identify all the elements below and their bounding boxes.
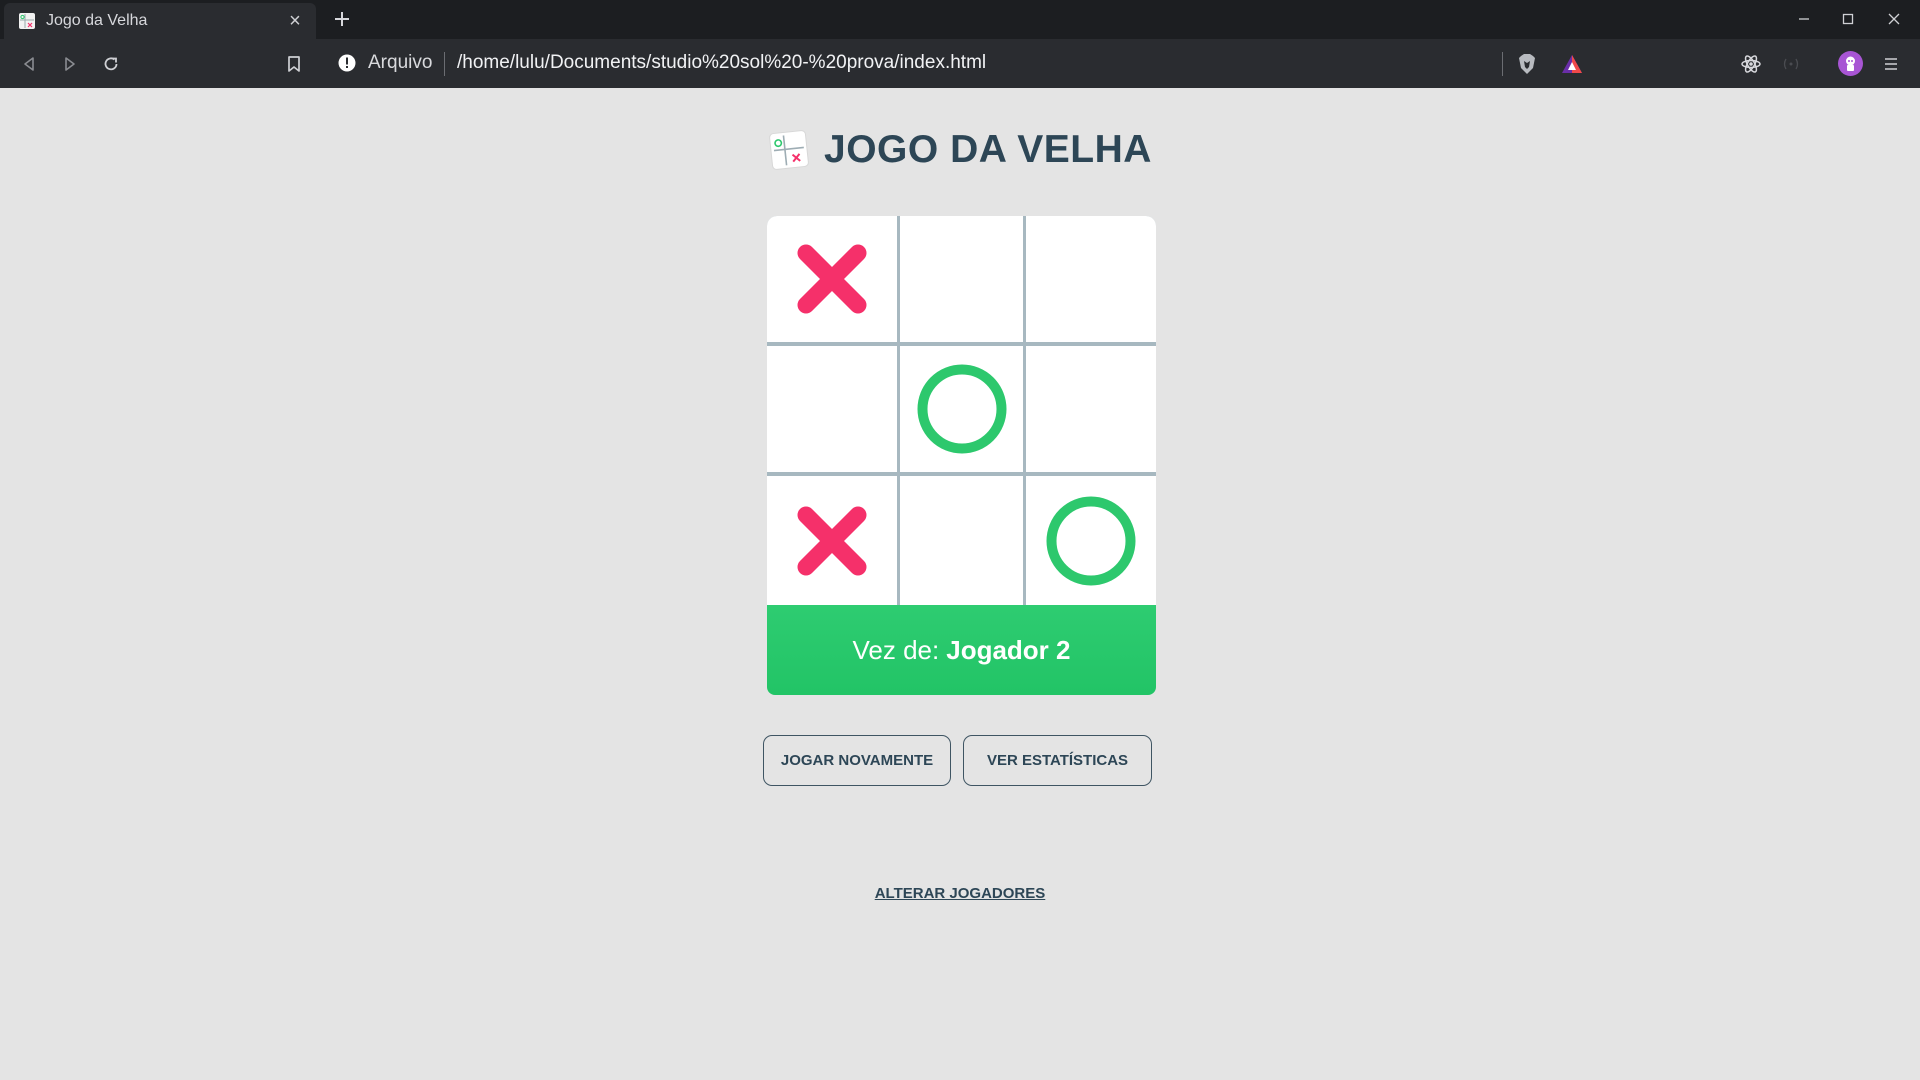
board-cell-3-1[interactable]	[767, 476, 897, 605]
forward-icon	[65, 57, 75, 71]
address-divider	[1502, 52, 1503, 76]
extension-button[interactable]	[1776, 49, 1806, 79]
browser-tab-strip: Jogo da Velha ×	[0, 0, 1920, 39]
board-cell-1-2[interactable]	[900, 216, 1023, 342]
close-icon	[1888, 13, 1900, 25]
board-cell-3-3[interactable]	[1026, 476, 1156, 605]
x-mark-icon	[797, 244, 867, 314]
profile-avatar-icon	[1846, 56, 1855, 71]
back-button[interactable]	[14, 49, 44, 79]
play-again-button[interactable]: JOGAR NOVAMENTE	[763, 735, 951, 786]
brave-rewards-button[interactable]	[1557, 49, 1587, 79]
bookmark-icon	[288, 56, 300, 72]
turn-status-prefix: Vez de:	[852, 634, 940, 665]
tab-close-icon[interactable]: ×	[284, 10, 306, 32]
reload-button[interactable]	[96, 49, 126, 79]
change-players-link[interactable]: ALTERAR JOGADORES	[0, 885, 1920, 902]
maximize-icon	[1842, 13, 1854, 25]
page-header: JOGO DA VELHA	[0, 126, 1920, 174]
board-cell-2-2[interactable]	[900, 346, 1023, 472]
minimize-button[interactable]	[1786, 4, 1822, 34]
tic-tac-toe-logo-icon	[769, 130, 809, 170]
turn-status-bar: Vez de: Jogador 2	[767, 605, 1156, 695]
close-window-button[interactable]	[1876, 4, 1912, 34]
minimize-icon	[1799, 18, 1809, 20]
bookmark-button[interactable]	[279, 49, 309, 79]
forward-button[interactable]	[55, 49, 85, 79]
react-devtools-button[interactable]	[1736, 49, 1766, 79]
board-cell-1-1[interactable]	[767, 216, 897, 342]
game-board	[767, 216, 1156, 605]
x-mark-icon	[797, 506, 867, 575]
board-cell-1-3[interactable]	[1026, 216, 1156, 342]
reload-icon	[104, 57, 118, 71]
info-icon[interactable]	[337, 53, 357, 73]
tab-title: Jogo da Velha	[46, 12, 148, 29]
address-scheme-label: Arquivo	[368, 52, 433, 73]
maximize-button[interactable]	[1830, 4, 1866, 34]
react-devtools-icon	[1741, 55, 1761, 73]
o-mark-icon	[917, 364, 1006, 454]
current-player-name: Jogador 2	[946, 634, 1071, 665]
profile-avatar[interactable]	[1838, 51, 1863, 76]
address-bar-url[interactable]: /home/lulu/Documents/studio%20sol%20-%20…	[457, 52, 986, 74]
brave-shield-icon	[1519, 54, 1535, 74]
tic-tac-toe-favicon-icon	[19, 13, 35, 29]
browser-tab[interactable]: Jogo da Velha ×	[4, 3, 316, 39]
view-stats-button[interactable]: VER ESTATÍSTICAS	[963, 735, 1152, 786]
address-divider	[444, 52, 445, 76]
new-tab-button[interactable]	[329, 6, 355, 32]
o-mark-icon	[1046, 496, 1136, 585]
brave-shield-button[interactable]	[1512, 49, 1542, 79]
page-title: JOGO DA VELHA	[824, 128, 1152, 171]
plus-icon	[335, 12, 349, 26]
browser-menu-button[interactable]	[1876, 49, 1906, 79]
board-cell-2-1[interactable]	[767, 346, 897, 472]
brave-rewards-icon	[1562, 55, 1582, 73]
browser-toolbar: Arquivo /home/lulu/Documents/studio%20so…	[0, 39, 1920, 88]
menu-icon	[1885, 58, 1897, 70]
board-cell-2-3[interactable]	[1026, 346, 1156, 472]
board-cell-3-2[interactable]	[900, 476, 1023, 605]
back-icon	[24, 57, 34, 71]
extension-icon	[1783, 58, 1799, 70]
